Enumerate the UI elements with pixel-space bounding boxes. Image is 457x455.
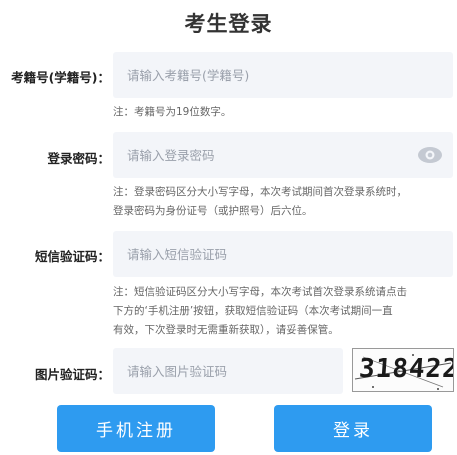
eye-icon[interactable] [417,146,443,164]
image-code-label: 图片验证码： [34,367,110,382]
password-note-line-2: 登录密码为身份证号（或护照号）后六位。 [113,205,313,217]
sms-code-label: 短信验证码： [34,249,110,264]
phone-register-button[interactable]: 手机注册 [57,405,215,452]
sms-code-note-line-1: 注：短信验证码区分大小写字母，本次考试首次登录系统请点击 [113,286,407,298]
sms-code-note: 注：短信验证码区分大小写字母，本次考试首次登录系统请点击 下方的‘手机注册’按钮… [113,283,453,340]
image-code-field-container [113,348,343,394]
password-field-container [113,132,453,178]
password-note: 注：登录密码区分大小写字母，本次考试期间首次登录系统时， 登录密码为身份证号（或… [113,183,453,221]
captcha-image[interactable]: 318422 [352,348,454,392]
page-title: 考生登录 [184,12,273,36]
sms-code-field-container [113,231,453,277]
exam-id-label: 考籍号(学籍号)： [11,70,110,85]
exam-id-note: 注：考籍号为19位数字。 [113,106,232,118]
password-note-line-1: 注：登录密码区分大小写字母，本次考试期间首次登录系统时， [113,186,407,198]
exam-id-field-container [113,52,453,98]
captcha-text: 318422 [357,354,454,384]
sms-code-note-line-2: 下方的‘手机注册’按钮，获取短信验证码（本次考试期间一直 [113,305,393,317]
login-button[interactable]: 登录 [274,405,432,452]
password-input[interactable] [113,132,453,178]
image-code-input[interactable] [113,348,343,394]
password-label: 登录密码： [47,151,110,166]
sms-code-note-line-3: 有效，下次登录时无需重新获取），请妥善保管。 [113,324,339,336]
sms-code-input[interactable] [113,231,453,277]
exam-id-input[interactable] [113,52,453,98]
